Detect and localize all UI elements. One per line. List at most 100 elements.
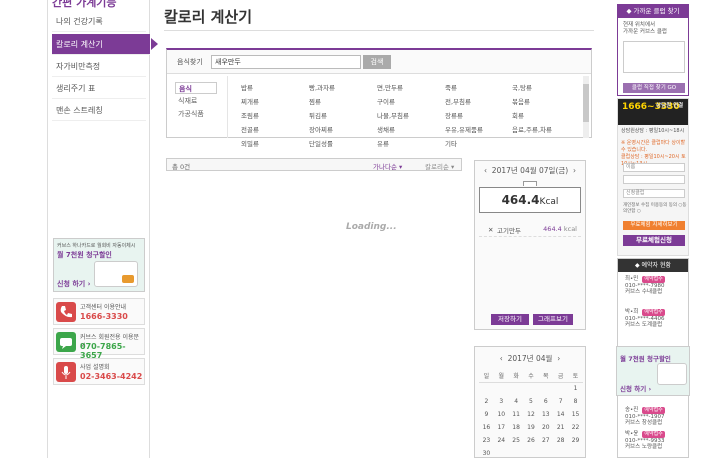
search-input[interactable]: 새우만두 <box>211 55 361 69</box>
calendar-day[interactable]: 13 <box>538 408 553 421</box>
remove-item-icon[interactable]: ✕ <box>488 226 493 234</box>
food-group-item[interactable]: 빵,과자류 <box>309 82 335 92</box>
calendar-day[interactable]: 8 <box>568 395 583 408</box>
food-group-item[interactable]: 우유,유제품류 <box>445 124 483 134</box>
club-field[interactable]: 신청클럽 <box>623 189 685 198</box>
contact-customer-center[interactable]: 고객센터 이용안내 1666-3330 <box>53 298 145 325</box>
food-group-item[interactable]: 구이류 <box>377 96 395 106</box>
food-group-item[interactable]: 찌개류 <box>241 96 259 106</box>
scrollbar[interactable] <box>583 76 589 138</box>
agree-options[interactable]: 개인정보 수집 이용동의 동의 ○동의안함 ○ <box>623 202 687 214</box>
calendar-day[interactable]: 30 <box>479 447 494 458</box>
calendar-day[interactable]: 23 <box>479 434 494 447</box>
free-trial-apply-button[interactable]: 무료체험신청 <box>623 235 685 246</box>
prev-month-arrow[interactable]: ‹ <box>500 354 503 363</box>
prev-day-arrow[interactable]: ‹ <box>484 166 487 175</box>
calendar-day[interactable]: 15 <box>568 408 583 421</box>
food-group-item[interactable]: 조림류 <box>241 110 259 120</box>
category-tab-food[interactable]: 음식 <box>175 82 217 94</box>
calendar-day[interactable]: 10 <box>494 408 509 421</box>
sidebar-item-health-record[interactable]: 나의 건강기록 <box>52 11 146 32</box>
calendar-day[interactable]: 2 <box>479 395 494 408</box>
graph-button[interactable]: 그래프보기 <box>533 314 573 325</box>
search-button[interactable]: 검색 <box>363 55 391 69</box>
calendar-day[interactable]: 7 <box>553 395 568 408</box>
calc-food-item: ✕ 고기만두 464.4 kcal <box>479 221 581 237</box>
sidebar-item-calorie-calculator[interactable]: 칼로리 계산기 <box>52 34 158 55</box>
calendar-day[interactable]: 24 <box>494 434 509 447</box>
sidebar-item-obesity-check[interactable]: 자가비만측정 <box>52 56 146 77</box>
calendar-day[interactable]: 17 <box>494 421 509 434</box>
free-trial-detail-button[interactable]: 무료체험 지세히보기 <box>623 221 685 230</box>
calendar-day[interactable]: 26 <box>524 434 539 447</box>
food-group-item[interactable]: 볶음류 <box>512 96 530 106</box>
club-finder-input[interactable] <box>623 41 685 73</box>
food-group-item[interactable]: 밥류 <box>241 82 253 92</box>
calc-food-kcal: 464.4 kcal <box>543 225 577 233</box>
calendar-day <box>524 382 539 395</box>
food-group-item[interactable]: 나물,무침류 <box>377 110 409 120</box>
card-promo-banner[interactable]: 커브스 하나카드로 월회비 자동이체시 월 7천원 청구할인 신청 하기 › <box>53 238 145 292</box>
calendar-day[interactable]: 5 <box>524 395 539 408</box>
food-group-item[interactable]: 찜류 <box>309 96 321 106</box>
club-finder-header: ◆ 가까운 클럽 찾기 <box>618 5 688 18</box>
next-day-arrow[interactable]: › <box>573 166 576 175</box>
calendar-day[interactable]: 9 <box>479 408 494 421</box>
calendar-day[interactable]: 1 <box>568 382 583 395</box>
sidebar-item-stretching[interactable]: 맨손 스트레칭 <box>52 100 146 121</box>
calendar-day[interactable]: 6 <box>538 395 553 408</box>
food-group-item[interactable]: 기타 <box>445 138 457 148</box>
contact-member-inquiry[interactable]: 커브스 회원전용 이용문의 070-7865-3657 <box>53 328 145 360</box>
reservation-club: 커브스 노량클럽 <box>625 444 663 450</box>
food-group-item[interactable]: 전,부침류 <box>445 96 471 106</box>
reservation-club: 커브스 도계클럽 <box>625 322 663 328</box>
promo-cta[interactable]: 신청 하기 › <box>57 279 91 289</box>
food-group-item[interactable]: 생채류 <box>377 124 395 134</box>
calendar-day[interactable]: 20 <box>538 421 553 434</box>
food-group-item[interactable]: 면,만두류 <box>377 82 403 92</box>
calendar-day[interactable]: 12 <box>524 408 539 421</box>
name-field[interactable]: 이름 <box>623 163 685 172</box>
right-promo-banner[interactable]: 월 7천원 청구할인 신청 하기 › <box>616 346 690 396</box>
food-group-item[interactable]: 유류 <box>377 138 389 148</box>
food-group-item[interactable]: 튀김류 <box>309 110 327 120</box>
calendar-day[interactable]: 19 <box>524 421 539 434</box>
food-group-item[interactable]: 외밀류 <box>241 138 259 148</box>
calendar-day[interactable]: 29 <box>568 434 583 447</box>
food-group-item[interactable]: 장류류 <box>445 110 463 120</box>
next-month-arrow[interactable]: › <box>557 354 560 363</box>
contact-business-briefing[interactable]: 사업 설명회 02-3463-4242 <box>53 358 145 385</box>
sort-by-calorie[interactable]: 칼로리순 ▾ <box>425 161 454 171</box>
club-search-button[interactable]: 클럽 직접 찾기 GO <box>623 83 685 93</box>
calendar-day[interactable]: 4 <box>509 395 524 408</box>
scrollbar-thumb[interactable] <box>583 84 589 122</box>
calendar-day[interactable]: 22 <box>568 421 583 434</box>
save-button[interactable]: 저장하기 <box>491 314 529 325</box>
calendar-day[interactable]: 16 <box>479 421 494 434</box>
calendar-day[interactable]: 18 <box>509 421 524 434</box>
calendar-day[interactable]: 11 <box>509 408 524 421</box>
food-group-item[interactable]: 단일성률 <box>309 138 333 148</box>
calendar-day[interactable]: 28 <box>553 434 568 447</box>
food-group-item[interactable]: 음료,주류,차류 <box>512 124 552 134</box>
food-group-item[interactable]: 장아찌류 <box>309 124 333 134</box>
right-promo-cta[interactable]: 신청 하기 › <box>620 383 651 393</box>
reservation-item: 박•윤 예약접수 010-****-9933 커브스 노량클럽 <box>625 431 665 451</box>
phone-icon <box>56 302 76 322</box>
calendar-day[interactable]: 3 <box>494 395 509 408</box>
loading-indicator: Loading... <box>346 222 397 232</box>
sidebar-item-period-chart[interactable]: 생리주기 표 <box>52 78 146 99</box>
calendar-day[interactable]: 14 <box>553 408 568 421</box>
phone-field[interactable] <box>623 175 685 184</box>
food-group-item[interactable]: 회류 <box>512 110 524 120</box>
food-group-item[interactable]: 죽류 <box>445 82 457 92</box>
category-tab-processed[interactable]: 가공식품 <box>175 108 217 120</box>
calendar-day[interactable]: 21 <box>553 421 568 434</box>
reservation-name: 박•윤 <box>625 431 639 437</box>
calendar-day[interactable]: 27 <box>538 434 553 447</box>
calendar-day[interactable]: 25 <box>509 434 524 447</box>
category-tab-ingredient[interactable]: 식재료 <box>175 95 217 107</box>
food-group-item[interactable]: 국,탕류 <box>512 82 532 92</box>
food-group-item[interactable]: 전골류 <box>241 124 259 134</box>
sort-by-name[interactable]: 가나다순 ▾ <box>373 161 402 171</box>
